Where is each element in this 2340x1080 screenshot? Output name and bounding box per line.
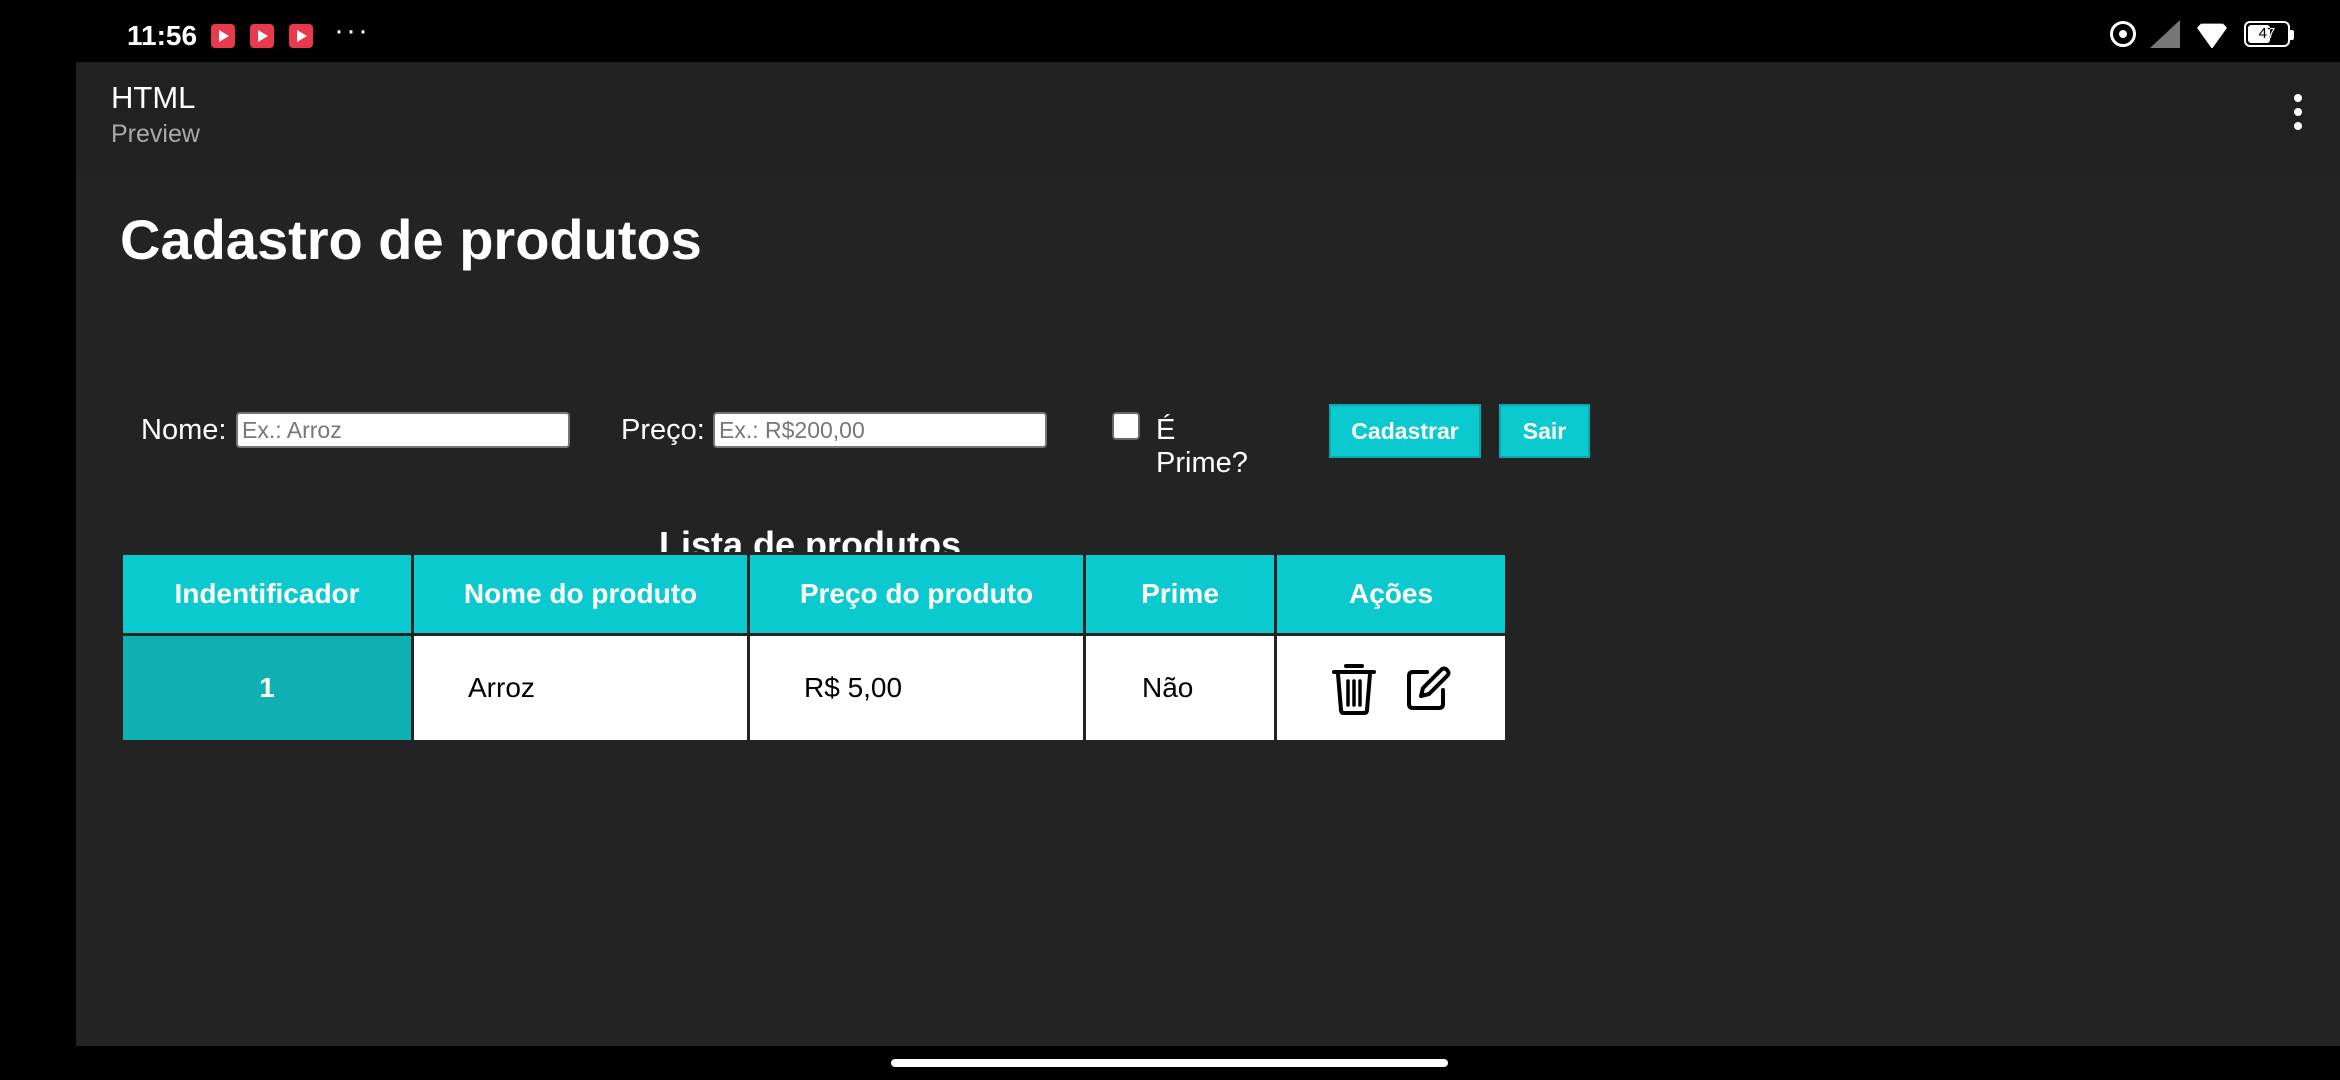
- cell-prime: Não: [1086, 636, 1274, 740]
- status-bar: 11:56 ··· 47: [0, 0, 2340, 62]
- name-input[interactable]: [236, 412, 570, 448]
- price-input[interactable]: [713, 412, 1047, 448]
- trash-icon[interactable]: [1329, 660, 1379, 716]
- price-label: Preço:: [621, 414, 705, 446]
- youtube-icon: [250, 24, 274, 48]
- youtube-icon: [211, 24, 235, 48]
- column-header-price: Preço do produto: [750, 555, 1083, 633]
- status-icons: 47: [2110, 20, 2294, 48]
- more-vert-icon[interactable]: [2292, 94, 2304, 138]
- app-bar: HTML Preview: [76, 62, 2340, 170]
- edit-icon[interactable]: [1403, 660, 1453, 716]
- youtube-icon: [289, 24, 313, 48]
- alarm-icon: [2110, 21, 2136, 47]
- home-handle[interactable]: [891, 1059, 1448, 1067]
- navigation-bar: [0, 1046, 2340, 1080]
- battery-level: 47: [2258, 25, 2276, 42]
- name-label: Nome:: [141, 414, 227, 446]
- prime-label: É Prime?: [1156, 414, 1248, 479]
- register-button[interactable]: Cadastrar: [1329, 404, 1481, 458]
- status-time: 11:56: [127, 20, 198, 51]
- column-header-name: Nome do produto: [414, 555, 747, 633]
- app-window: HTML Preview Cadastro de produtos Nome: …: [76, 62, 2340, 1046]
- column-header-id: Indentificador: [123, 555, 411, 633]
- column-header-actions: Ações: [1277, 555, 1505, 633]
- column-header-prime: Prime: [1086, 555, 1274, 633]
- table-row: 1 Arroz R$ 5,00 Não: [123, 636, 1505, 740]
- products-table: Indentificador Nome do produto Preço do …: [120, 552, 1508, 743]
- notification-overflow: ···: [334, 14, 370, 47]
- cell-price: R$ 5,00: [750, 636, 1083, 740]
- prime-checkbox[interactable]: [1112, 412, 1140, 440]
- wifi-icon: [2194, 20, 2230, 48]
- exit-button[interactable]: Sair: [1499, 404, 1590, 458]
- app-title: HTML: [111, 80, 196, 115]
- app-subtitle: Preview: [111, 120, 200, 148]
- battery-icon: 47: [2244, 21, 2294, 47]
- table-header-row: Indentificador Nome do produto Preço do …: [123, 555, 1505, 633]
- cell-id: 1: [123, 636, 411, 740]
- cell-actions: [1277, 636, 1505, 740]
- signal-icon: [2150, 20, 2180, 48]
- cell-name: Arroz: [414, 636, 747, 740]
- page-title: Cadastro de produtos: [120, 208, 702, 271]
